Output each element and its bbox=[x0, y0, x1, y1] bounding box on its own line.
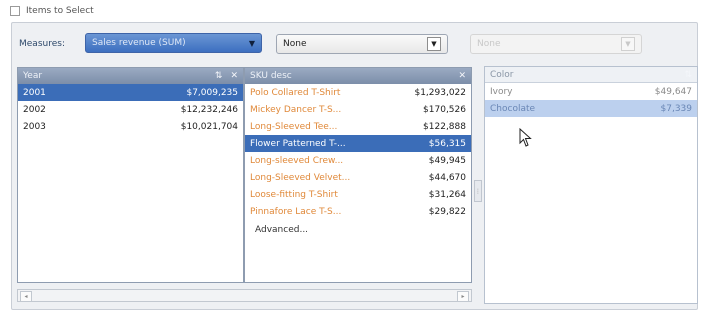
sku-label: Mickey Dancer T-S... bbox=[250, 104, 342, 115]
scroll-left-icon[interactable]: ◂ bbox=[20, 291, 32, 302]
year-panel: Year ⇅ ✕ 2001 $7,009,235 2002 $12,232,24… bbox=[17, 67, 244, 283]
sort-icon[interactable]: ⇅ bbox=[684, 70, 692, 80]
year-header-label: Year bbox=[23, 71, 43, 81]
mouse-pointer-icon bbox=[519, 128, 532, 147]
panel-splitter[interactable]: ⋮ bbox=[474, 180, 482, 202]
list-item[interactable]: 2002 $12,232,246 bbox=[18, 101, 243, 118]
items-to-select-checkbox[interactable] bbox=[10, 6, 20, 16]
color-header-label: Color bbox=[490, 69, 514, 80]
list-item[interactable]: Ivory $49,647 bbox=[485, 83, 697, 100]
measures-label: Measures: bbox=[19, 39, 65, 49]
year-label: 2001 bbox=[23, 87, 46, 98]
second-dropdown-value: None bbox=[283, 39, 307, 49]
list-item[interactable]: Polo Collared T-Shirt $1,293,022 bbox=[245, 84, 471, 101]
color-value: $7,339 bbox=[660, 103, 693, 114]
year-value: $7,009,235 bbox=[186, 87, 238, 98]
list-item[interactable]: Long-sleeved Crew... $49,945 bbox=[245, 152, 471, 169]
sku-value: $122,888 bbox=[423, 121, 466, 132]
color-label: Chocolate bbox=[490, 103, 536, 114]
year-panel-header: Year ⇅ ✕ bbox=[18, 68, 243, 84]
color-label: Ivory bbox=[490, 86, 513, 97]
items-to-select-row[interactable]: Items to Select bbox=[10, 5, 94, 17]
color-value: $49,647 bbox=[654, 86, 692, 97]
sku-value: $49,945 bbox=[428, 155, 466, 166]
color-panel: Color ⇅ Ivory $49,647 Chocolate $7,339 bbox=[484, 66, 698, 304]
third-measure-dropdown: None ▼ bbox=[470, 34, 642, 54]
third-dropdown-value: None bbox=[477, 39, 501, 49]
sku-value: $56,315 bbox=[428, 138, 466, 149]
list-item[interactable]: Pinnafore Lace T-S... $29,822 bbox=[245, 203, 471, 220]
second-measure-dropdown[interactable]: None ▼ bbox=[276, 34, 448, 54]
sku-label: Long-Sleeved Velvet... bbox=[250, 172, 351, 183]
sort-icon[interactable]: ⇅ bbox=[215, 71, 223, 81]
sku-value: $1,293,022 bbox=[414, 87, 466, 98]
scroll-right-icon[interactable]: ▸ bbox=[457, 291, 469, 302]
list-item[interactable]: Mickey Dancer T-S... $170,526 bbox=[245, 101, 471, 118]
close-icon[interactable]: ✕ bbox=[458, 71, 466, 81]
list-item[interactable]: 2001 $7,009,235 bbox=[18, 84, 243, 101]
sku-label: Pinnafore Lace T-S... bbox=[250, 206, 342, 217]
sku-panel-header: SKU desc ✕ bbox=[245, 68, 471, 84]
chevron-down-icon: ▼ bbox=[248, 38, 255, 48]
sku-label: Long-sleeved Crew... bbox=[250, 155, 344, 166]
sku-value: $31,264 bbox=[428, 189, 466, 200]
list-item[interactable]: Long-Sleeved Velvet... $44,670 bbox=[245, 169, 471, 186]
year-label: 2003 bbox=[23, 121, 46, 132]
sku-panel: SKU desc ✕ Polo Collared T-Shirt $1,293,… bbox=[244, 67, 472, 283]
list-item[interactable]: Chocolate $7,339 bbox=[485, 100, 697, 117]
sku-value: $44,670 bbox=[428, 172, 466, 183]
measure-dropdown[interactable]: Sales revenue (SUM) ▼ bbox=[85, 33, 262, 53]
items-to-select-label: Items to Select bbox=[26, 6, 94, 16]
sku-value: $170,526 bbox=[423, 104, 466, 115]
sku-label: Loose-fitting T-Shirt bbox=[250, 189, 338, 200]
sku-label: Long-Sleeved Tee... bbox=[250, 121, 338, 132]
advanced-link[interactable]: Advanced... bbox=[245, 220, 471, 240]
year-value: $10,021,704 bbox=[180, 121, 238, 132]
measure-dropdown-value: Sales revenue (SUM) bbox=[92, 38, 186, 48]
color-panel-header: Color ⇅ bbox=[485, 67, 697, 83]
list-item[interactable]: Long-Sleeved Tee... $122,888 bbox=[245, 118, 471, 135]
year-value: $12,232,246 bbox=[180, 104, 238, 115]
sku-value: $29,822 bbox=[428, 206, 466, 217]
sku-header-label: SKU desc bbox=[250, 71, 292, 81]
horizontal-scrollbar[interactable]: ◂ ▸ bbox=[17, 289, 472, 302]
year-label: 2002 bbox=[23, 104, 46, 115]
sku-label: Polo Collared T-Shirt bbox=[250, 87, 341, 98]
sku-label: Flower Patterned T-... bbox=[250, 138, 346, 149]
list-item[interactable]: 2003 $10,021,704 bbox=[18, 118, 243, 135]
close-icon[interactable]: ✕ bbox=[230, 71, 238, 81]
list-item[interactable]: Flower Patterned T-... $56,315 bbox=[245, 135, 471, 152]
list-item[interactable]: Loose-fitting T-Shirt $31,264 bbox=[245, 186, 471, 203]
chevron-down-icon: ▼ bbox=[621, 37, 635, 51]
chevron-down-icon: ▼ bbox=[427, 37, 441, 51]
